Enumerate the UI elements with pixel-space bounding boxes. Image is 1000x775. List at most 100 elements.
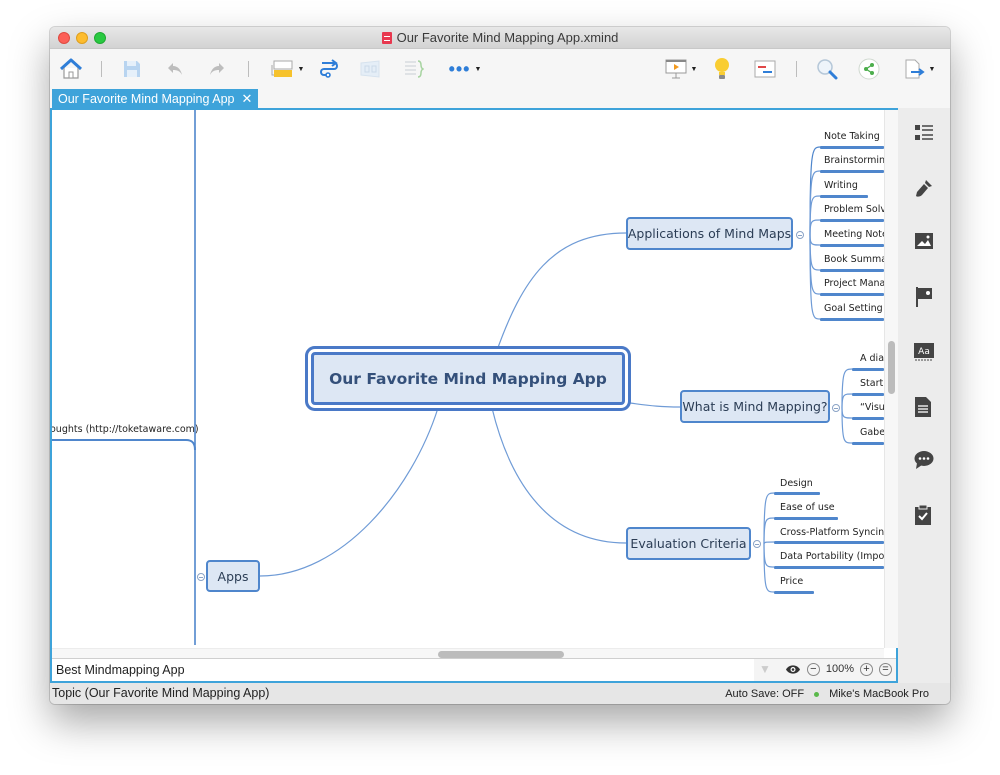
subtopic[interactable]: Problem Solvi: [822, 204, 884, 215]
horizontal-scrollbar[interactable]: [52, 648, 884, 658]
home-button[interactable]: [58, 55, 84, 83]
subtopic[interactable]: Book Summar: [822, 254, 884, 265]
brush-icon: [916, 180, 932, 197]
subtopic[interactable]: Project Manag: [822, 278, 884, 289]
topic-evaluation-criteria[interactable]: Evaluation Criteria: [626, 527, 751, 560]
save-icon: [124, 61, 140, 77]
boundary-button[interactable]: [357, 55, 383, 83]
boundary-icon: [360, 60, 380, 78]
collapse-toggle[interactable]: [832, 404, 840, 412]
subtopic[interactable]: Start: [858, 378, 883, 389]
subtopic[interactable]: A diag: [858, 353, 884, 364]
task-button[interactable]: [914, 504, 934, 525]
vertical-scrollbar[interactable]: [884, 110, 898, 648]
subtopic[interactable]: Gabe: [858, 427, 884, 438]
subtopic[interactable]: Ease of use: [778, 502, 835, 513]
collapse-toggle[interactable]: [197, 573, 205, 581]
autosave-status[interactable]: Auto Save: OFF: [725, 685, 804, 703]
collapse-toggle[interactable]: [796, 231, 804, 239]
maximize-window-button[interactable]: [94, 32, 106, 44]
format-button[interactable]: [914, 178, 934, 198]
presentation-button[interactable]: ▼: [660, 55, 702, 83]
fit-map-button[interactable]: =: [879, 662, 892, 676]
share-icon: [858, 58, 880, 80]
vertical-scroll-thumb[interactable]: [888, 341, 895, 394]
online-status-icon: [814, 691, 820, 697]
subtopic[interactable]: Writing: [822, 180, 858, 191]
connector-evaluation: [491, 407, 627, 544]
horizontal-scroll-thumb[interactable]: [438, 651, 564, 658]
flag-icon: [916, 287, 932, 307]
outline-button[interactable]: [914, 123, 934, 143]
lightbulb-icon: [715, 58, 729, 79]
undo-button[interactable]: [164, 55, 186, 83]
more-button[interactable]: ••• ▼: [444, 55, 486, 83]
presentation-icon: [665, 59, 687, 79]
collapse-toggle[interactable]: [753, 540, 761, 548]
undo-icon: [168, 63, 182, 75]
subtopic[interactable]: Design: [778, 478, 813, 489]
close-icon[interactable]: ✕: [241, 89, 252, 109]
subtopic[interactable]: Price: [778, 576, 803, 587]
export-button[interactable]: ▼: [898, 55, 940, 83]
comment-icon: [914, 451, 934, 469]
eye-icon[interactable]: [785, 664, 801, 675]
notes-button[interactable]: [914, 396, 934, 417]
selection-status: Topic (Our Favorite Mind Mapping App): [52, 686, 270, 700]
sheet-tab[interactable]: Best Mindmapping App: [52, 659, 190, 681]
connector-applications: [495, 232, 627, 354]
tab-label: Our Favorite Mind Mapping App: [58, 92, 235, 106]
summary-button[interactable]: [400, 55, 426, 83]
subtopic[interactable]: Note Taking: [822, 131, 880, 142]
image-button[interactable]: [914, 232, 934, 252]
search-button[interactable]: [814, 55, 840, 83]
chevron-down-icon: ▼: [297, 65, 305, 73]
redo-button[interactable]: [206, 55, 228, 83]
zoom-level: 100%: [825, 663, 854, 675]
image-icon: [915, 233, 933, 249]
zoom-in-button[interactable]: +: [860, 662, 873, 676]
search-icon: [817, 59, 838, 80]
sheet-tabs-area: [184, 659, 754, 681]
subtopic[interactable]: “Visua: [858, 402, 884, 413]
subtopic[interactable]: Data Portability (Import/I: [778, 551, 884, 562]
font-icon: Aa: [914, 343, 934, 361]
subtopic[interactable]: Cross-Platform Syncing: [778, 527, 884, 538]
filter-icon[interactable]: ▼: [759, 662, 771, 676]
share-button[interactable]: [856, 55, 882, 83]
subtopic[interactable]: Meeting Notes: [822, 229, 884, 240]
summary-icon: [405, 60, 424, 78]
tab-our-favorite-mind-mapping-app[interactable]: Our Favorite Mind Mapping App ✕: [52, 89, 259, 109]
brainstorm-button[interactable]: [710, 55, 734, 83]
mindmap-canvas[interactable]: Our Favorite Mind Mapping App Applicatio…: [52, 110, 884, 648]
topic-applications-of-mind-maps[interactable]: Applications of Mind Maps: [626, 217, 793, 250]
topic-what-is-mind-mapping[interactable]: What is Mind Mapping?: [680, 390, 830, 423]
zoom-controls: ▼ − 100% + =: [759, 662, 892, 676]
save-button[interactable]: [121, 55, 143, 83]
subtopic[interactable]: Brainstorming: [822, 155, 884, 166]
subtopic[interactable]: Goal Setting: [822, 303, 883, 314]
text-style-button[interactable]: Aa: [914, 343, 934, 363]
chevron-down-icon: ▼: [690, 65, 698, 73]
relationship-button[interactable]: [316, 55, 342, 83]
zoom-out-button[interactable]: −: [806, 662, 820, 676]
comments-button[interactable]: [914, 450, 934, 470]
minimize-window-button[interactable]: [76, 32, 88, 44]
svg-text:Aa: Aa: [918, 347, 930, 357]
central-topic[interactable]: Our Favorite Mind Mapping App: [308, 349, 628, 408]
insert-topic-button[interactable]: ▼: [266, 55, 308, 83]
connector-what-is: [629, 402, 681, 408]
document-icon: [915, 397, 931, 417]
editor-panel: Our Favorite Mind Mapping App Applicatio…: [50, 108, 898, 683]
close-window-button[interactable]: [58, 32, 70, 44]
subtopic[interactable]: oughts (http://toketaware.com): [52, 424, 199, 435]
apps-leaf-line: [52, 439, 196, 451]
redo-icon: [210, 63, 224, 75]
more-icon: •••: [448, 58, 471, 79]
right-sidebar: Aa: [898, 108, 950, 683]
sheet-bar: Best Mindmapping App ▼ − 100% + =: [52, 658, 896, 681]
gantt-icon: [754, 60, 776, 78]
topic-apps[interactable]: Apps: [206, 560, 260, 592]
gantt-button[interactable]: [752, 55, 778, 83]
markers-button[interactable]: [914, 286, 934, 307]
